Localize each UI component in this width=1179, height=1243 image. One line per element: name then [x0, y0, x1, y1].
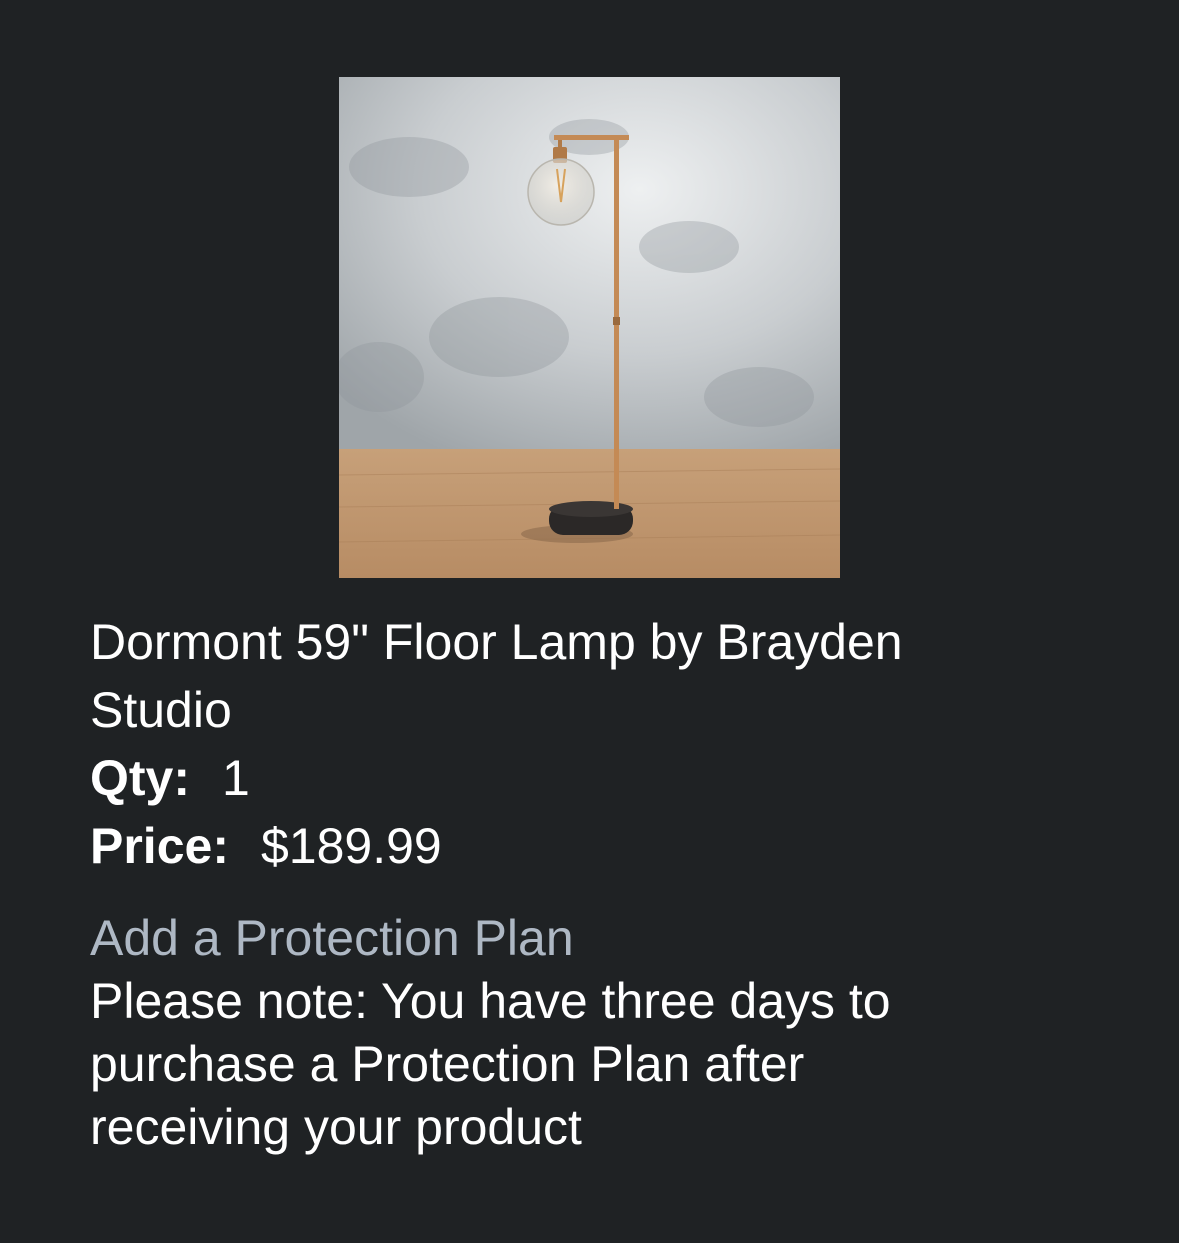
product-title[interactable]: Dormont 59" Floor Lamp by Brayden Studio [90, 608, 1010, 744]
protection-note: Please note: You have three days to purc… [90, 973, 891, 1155]
add-protection-plan-link[interactable]: Add a Protection Plan [90, 906, 574, 970]
qty-row: Qty: 1 [90, 744, 1100, 812]
floor-lamp-icon [339, 77, 840, 578]
product-image[interactable] [339, 77, 840, 578]
price-value: $189.99 [260, 818, 442, 874]
price-row: Price: $189.99 [90, 812, 1100, 880]
qty-value: 1 [222, 750, 250, 806]
product-info: Dormont 59" Floor Lamp by Brayden Studio… [90, 608, 1100, 1159]
price-label: Price: [90, 818, 229, 874]
qty-label: Qty: [90, 750, 190, 806]
